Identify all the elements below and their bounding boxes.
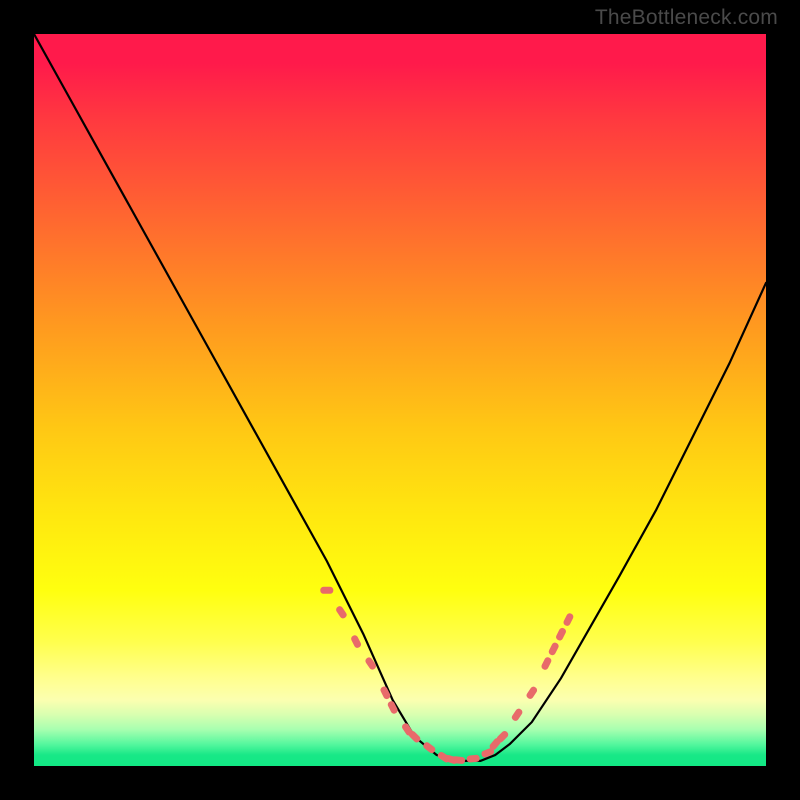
highlight-marker: [320, 587, 333, 594]
highlight-marker: [350, 634, 362, 649]
watermark-text: TheBottleneck.com: [595, 6, 778, 30]
highlight-marker: [555, 627, 567, 642]
highlight-marker: [335, 605, 348, 620]
bottleneck-curve: [34, 34, 766, 761]
highlight-marker: [548, 642, 560, 657]
chart-frame: TheBottleneck.com: [0, 0, 800, 800]
curve-layer: [34, 34, 766, 766]
plot-area: [34, 34, 766, 766]
highlight-marker: [540, 656, 552, 671]
highlight-marker: [562, 612, 574, 627]
highlight-marker: [511, 707, 524, 722]
highlight-marker: [525, 685, 538, 700]
highlight-markers: [320, 587, 574, 765]
